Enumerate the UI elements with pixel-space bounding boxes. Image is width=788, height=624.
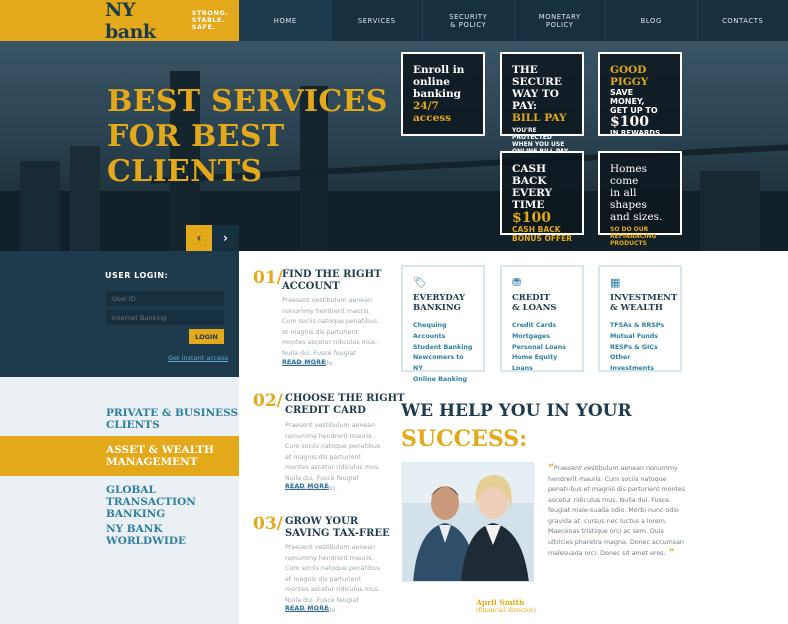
logo[interactable]: NY bank STRONG. STABLE. SAFE.	[0, 0, 239, 43]
feature-number: 01/	[253, 268, 283, 288]
link-chequing[interactable]: Chequing Accounts	[413, 321, 473, 343]
read-more-link[interactable]: READ MORE	[285, 483, 329, 490]
main-nav: HOME SERVICES SECURITY & POLICY MONETARY…	[239, 0, 788, 41]
link-credit-cards[interactable]: Credit Cards	[512, 321, 572, 332]
help-highlight: SUCCESS:	[401, 426, 528, 452]
read-more-link[interactable]: READ MORE	[285, 605, 329, 612]
help-heading: WE HELP YOU IN YOUR	[401, 401, 632, 421]
link-resp[interactable]: RESPs & GICs	[610, 343, 670, 354]
link-mutual-funds[interactable]: Mutual Funds	[610, 332, 670, 343]
feature-title: GROW YOUR SAVING TAX-FREE	[285, 516, 390, 539]
brand-name: NY bank	[105, 0, 156, 43]
box-credit-loans: ⛃ CREDIT & LOANS Credit Cards Mortgages …	[500, 265, 584, 372]
sidebar: PRIVATE & BUSINESS CLIENTS ASSET & WEALT…	[0, 377, 239, 624]
sidebar-item-private-business[interactable]: PRIVATE & BUSINESS CLIENTS	[0, 407, 239, 431]
login-button[interactable]: LOGIN	[189, 329, 224, 344]
login-title: USER LOGIN:	[105, 271, 169, 280]
instant-access-link[interactable]: Get instant access	[168, 354, 228, 362]
sidebar-item-worldwide[interactable]: NY BANK WORLDWIDE	[0, 523, 239, 547]
link-student[interactable]: Student Banking	[413, 343, 473, 354]
promo-homes[interactable]: Homes come in all shapes and sizes. SO D…	[598, 151, 682, 247]
promo-enroll[interactable]: Enroll in online banking 24/7 access	[401, 52, 485, 136]
slider-prev-button[interactable]: ‹	[186, 225, 212, 251]
author-name: April Smith	[476, 598, 525, 607]
brand-tagline: STRONG. STABLE. SAFE.	[191, 9, 229, 31]
promo-bill-pay[interactable]: THE SECURE WAY TO PAY: BILL PAY YOU'RE P…	[500, 52, 584, 155]
coins-icon: ⛃	[512, 276, 522, 289]
sidebar-item-asset-wealth[interactable]: ASSET & WEALTH MANAGEMENT	[0, 436, 239, 476]
nav-services[interactable]: SERVICES	[330, 0, 423, 41]
quote-close-icon: ”	[665, 548, 675, 558]
sidebar-item-global-transaction[interactable]: GLOBAL TRANSACTION BANKING	[0, 484, 239, 520]
feature-title: FIND THE RIGHT ACCOUNT	[282, 269, 382, 292]
nav-blog[interactable]: BLOG	[605, 0, 697, 41]
box-investment-wealth: ▦ INVESTMENT & WEALTH TFSAs & RRSPs Mutu…	[598, 265, 682, 372]
team-photo	[402, 462, 534, 582]
link-tfsa[interactable]: TFSAs & RRSPs	[610, 321, 670, 332]
nav-home[interactable]: HOME	[239, 0, 331, 41]
nav-security-policy[interactable]: SECURITY & POLICY	[422, 0, 514, 41]
promo-cash-back[interactable]: CASH BACK EVERY TIME $100 CASH BACK BONU…	[500, 151, 584, 243]
author-role: (financial director)	[476, 607, 536, 614]
link-personal-loans[interactable]: Personal Loans	[512, 343, 572, 354]
link-other-investments[interactable]: Other Investments	[610, 353, 670, 375]
feature-number: 02/	[253, 391, 283, 411]
slider-next-button[interactable]: ›	[212, 225, 239, 251]
feature-title: CHOOSE THE RIGHT CREDIT CARD	[285, 393, 405, 416]
promo-good-piggy[interactable]: GOOD PIGGY SAVE MONEY, GET UP TO $100 IN…	[598, 52, 682, 137]
user-id-input[interactable]	[106, 291, 224, 306]
link-mortgages[interactable]: Mortgages	[512, 332, 572, 343]
nav-monetary-policy[interactable]: MONETARY POLICY	[513, 0, 606, 41]
calculator-icon: ▦	[610, 276, 621, 289]
password-input[interactable]	[106, 310, 224, 325]
read-more-link[interactable]: READ MORE	[282, 359, 326, 366]
nav-contacts[interactable]: CONTACTS	[696, 0, 788, 41]
link-newcomers[interactable]: Newcomers to NY	[413, 353, 473, 375]
tag-icon: 🏷	[413, 276, 427, 289]
people-illustration	[403, 463, 533, 581]
link-home-equity[interactable]: Home Equity Loans	[512, 353, 572, 375]
box-everyday-banking: 🏷 EVERYDAY BANKING Chequing Accounts Stu…	[401, 265, 485, 383]
feature-number: 03/	[253, 514, 283, 534]
testimonial-quote: “Praesent vestibulum aenean nonummy hend…	[548, 463, 686, 558]
hero-title: BEST SERVICES FOR BEST CLIENTS	[107, 84, 388, 189]
link-online-banking[interactable]: Online Banking	[413, 375, 473, 386]
